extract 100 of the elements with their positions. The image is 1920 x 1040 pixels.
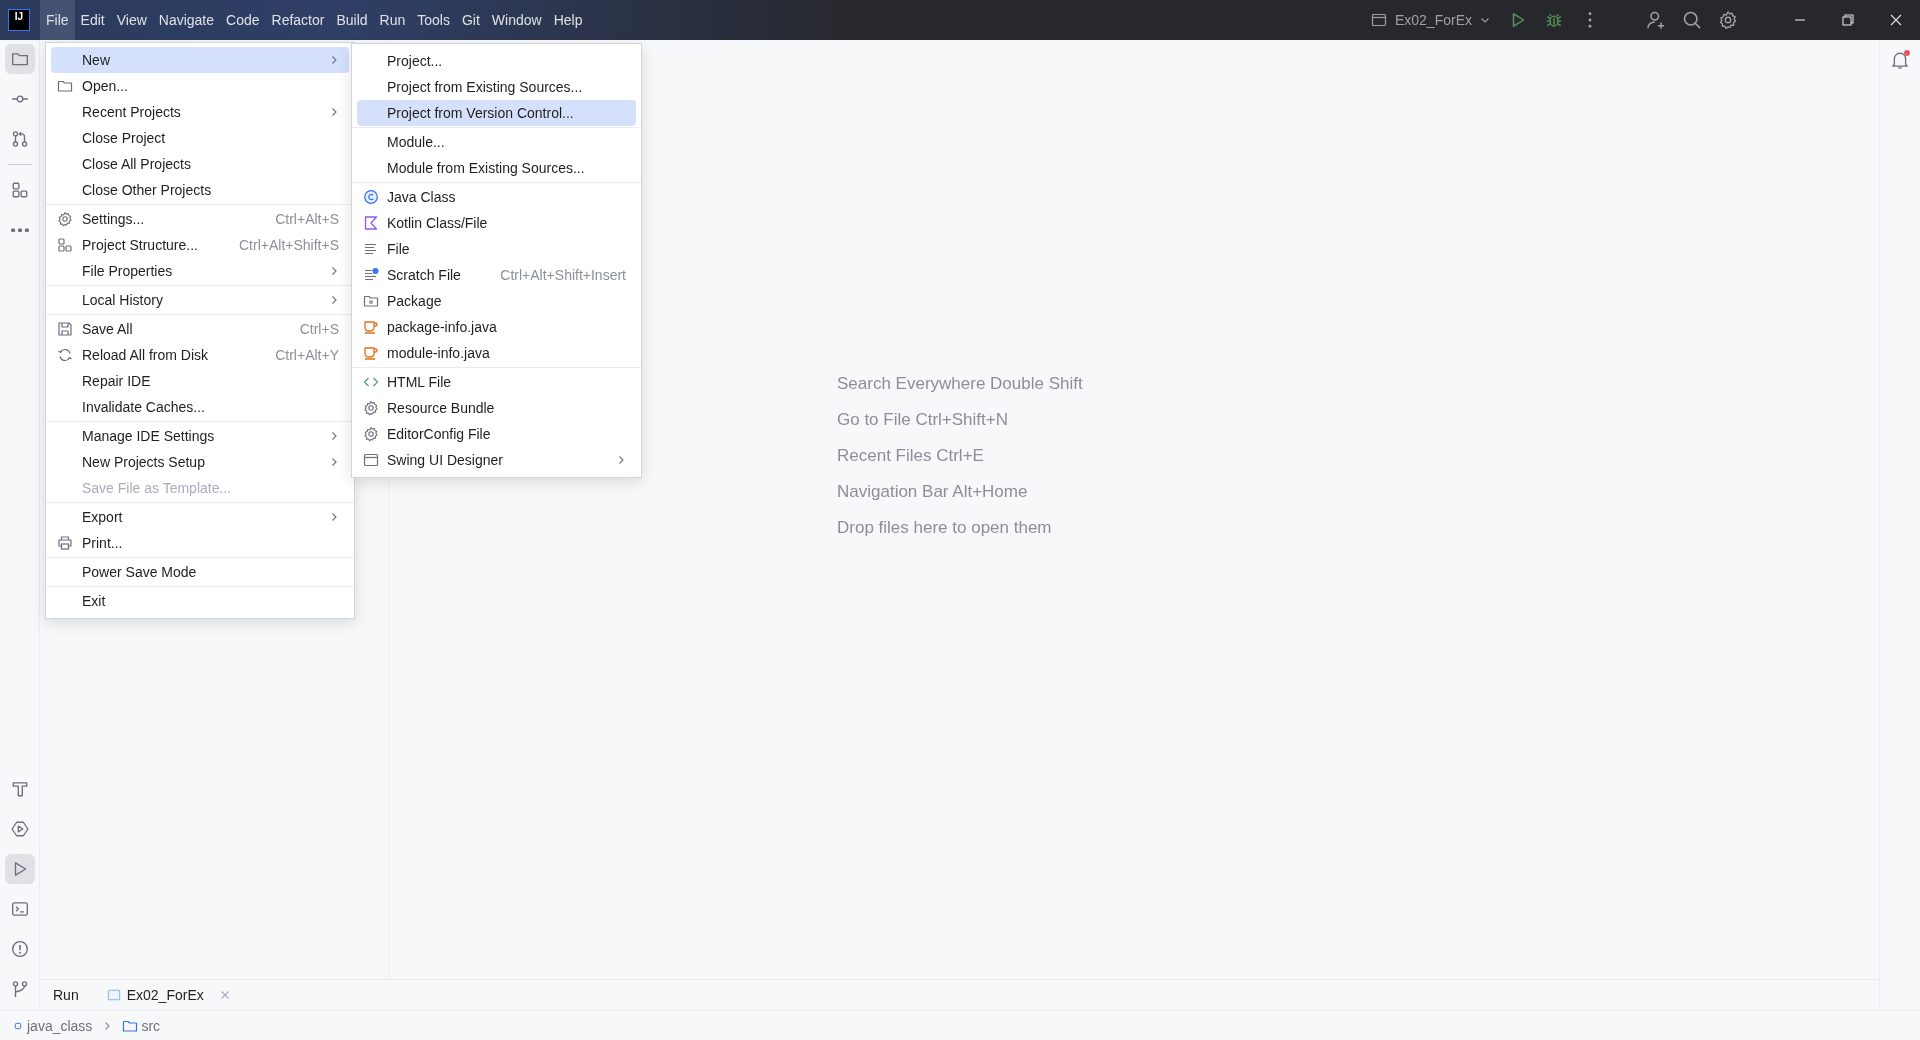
warning-icon <box>10 940 29 958</box>
menu-item[interactable]: Package <box>357 288 636 314</box>
menu-bar-item[interactable]: View <box>110 0 153 40</box>
minimize-icon[interactable] <box>1794 19 1806 21</box>
class-icon <box>363 189 379 205</box>
services-icon <box>10 820 29 838</box>
folder-icon <box>57 78 73 94</box>
git-branch-icon <box>10 980 29 998</box>
gear-icon <box>57 211 73 227</box>
menu-item[interactable]: Module... <box>357 129 636 155</box>
structure-icon <box>57 237 73 253</box>
menu-item[interactable]: Java Class <box>357 184 636 210</box>
menu-item[interactable]: Close Project <box>51 125 349 151</box>
window-icon <box>363 452 379 468</box>
editor-hint: Search Everywhere Double Shift <box>837 374 1084 393</box>
more-icon <box>10 227 29 233</box>
menu-item[interactable]: HTML File <box>357 369 636 395</box>
menu-item[interactable]: Local History <box>51 287 349 313</box>
menu-item[interactable]: Manage IDE Settings <box>51 423 349 449</box>
menu-item[interactable]: Swing UI Designer <box>357 447 636 473</box>
gear-icon <box>363 400 379 416</box>
tool-window-button[interactable] <box>4 854 35 884</box>
menu-item[interactable]: Open... <box>51 73 349 99</box>
editor-hint: Navigation Bar Alt+Home <box>837 482 1029 501</box>
menu-item[interactable]: Save All Ctrl+S <box>51 316 349 342</box>
menu-bar-item[interactable]: Git <box>455 0 486 40</box>
menu-item[interactable]: Project Structure... Ctrl+Alt+Shift+S <box>51 232 349 258</box>
reload-icon <box>57 347 73 363</box>
package-folder-icon <box>363 293 379 309</box>
window-icon <box>1370 12 1387 28</box>
menu-item[interactable]: Recent Projects <box>51 99 349 125</box>
menu-item[interactable]: Settings... Ctrl+Alt+S <box>51 206 349 232</box>
menu-item[interactable]: package-info.java <box>357 314 636 340</box>
tool-window-button[interactable] <box>4 44 35 74</box>
terminal-icon <box>10 900 29 918</box>
folder-icon <box>10 50 29 68</box>
menu-item[interactable]: Project from Version Control... <box>357 100 636 126</box>
menu-bar-item[interactable]: Window <box>485 0 548 40</box>
menu-item[interactable]: Scratch File Ctrl+Alt+Shift+Insert <box>357 262 636 288</box>
menu-item[interactable]: Close All Projects <box>51 151 349 177</box>
gear-icon <box>363 426 379 442</box>
menu-item[interactable]: module-info.java <box>357 340 636 366</box>
tool-window-title: Run <box>53 987 79 1003</box>
menu-bar-item[interactable]: Build <box>330 0 374 40</box>
menu-item[interactable]: File Properties <box>51 258 349 284</box>
menu-bar-item[interactable]: Run <box>373 0 412 40</box>
hammer-icon <box>10 780 29 798</box>
shortcut-label: Ctrl+Alt+Shift+Insert <box>499 267 626 283</box>
notifications-button[interactable] <box>1890 50 1910 70</box>
window-icon <box>106 988 121 1002</box>
chevron-down-icon <box>1480 15 1490 25</box>
breadcrumb-item[interactable]: java_class <box>12 1017 93 1034</box>
menu-item[interactable]: Exit <box>51 588 349 614</box>
menu-item[interactable]: Project... <box>357 48 636 74</box>
menu-item[interactable]: Repair IDE <box>51 368 349 394</box>
restore-icon[interactable] <box>1842 14 1854 26</box>
menu-item[interactable]: Module from Existing Sources... <box>357 155 636 181</box>
menu-item[interactable]: Invalidate Caches... <box>51 394 349 420</box>
editor-hint: Drop files here to open them <box>837 518 1053 537</box>
menu-bar-item[interactable]: Code <box>220 0 266 40</box>
editor-hint: Go to File Ctrl+Shift+N <box>837 410 1009 429</box>
menu-item[interactable]: New <box>51 47 349 73</box>
run-configuration-selector[interactable]: Ex02_ForEx <box>1360 6 1500 34</box>
menu-item[interactable]: Reload All from Disk Ctrl+Alt+Y <box>51 342 349 368</box>
menu-item[interactable]: New Projects Setup <box>51 449 349 475</box>
menu-item[interactable]: Export <box>51 504 349 530</box>
shortcut-label: Ctrl+Alt+S <box>274 211 339 227</box>
menu-item[interactable]: File <box>357 236 636 262</box>
menu-bar-item[interactable]: File <box>40 0 75 40</box>
menu-bar-item[interactable]: Edit <box>74 0 111 40</box>
menu-item[interactable]: EditorConfig File <box>357 421 636 447</box>
kotlin-icon <box>363 215 379 231</box>
menu-item[interactable]: Kotlin Class/File <box>357 210 636 236</box>
run-tab[interactable]: Ex02_ForEx <box>126 987 204 1003</box>
search-icon[interactable] <box>1682 10 1702 30</box>
menu-item[interactable]: Print... <box>51 530 349 556</box>
shortcut-label: Ctrl+Alt+Y <box>274 347 339 363</box>
printer-icon <box>57 535 73 551</box>
menu-item[interactable]: Resource Bundle <box>357 395 636 421</box>
more-options-icon[interactable] <box>1588 12 1592 28</box>
gear-icon <box>1718 10 1738 30</box>
menu-item[interactable]: Close Other Projects <box>51 177 349 203</box>
menu-bar-item[interactable]: Tools <box>411 0 456 40</box>
cup-icon <box>363 345 379 361</box>
breadcrumb-item[interactable]: src <box>122 1017 161 1034</box>
menu-item[interactable]: Power Save Mode <box>51 559 349 585</box>
bug-icon[interactable] <box>1545 11 1563 29</box>
text-lines-icon <box>363 267 379 283</box>
text-lines-icon <box>363 241 379 257</box>
shortcut-label: Ctrl+Alt+Shift+S <box>238 237 339 253</box>
menu-item[interactable]: Project from Existing Sources... <box>357 74 636 100</box>
cup-icon <box>363 319 379 335</box>
app-logo[interactable]: IJ <box>8 9 30 31</box>
pull-request-icon <box>10 130 29 148</box>
menu-bar-item[interactable]: Refactor <box>265 0 331 40</box>
menu-bar-item[interactable]: Navigate <box>152 0 221 40</box>
editor-hint: Recent Files Ctrl+E <box>837 446 985 465</box>
menu-bar-item[interactable]: Help <box>547 0 589 40</box>
structure-icon <box>10 181 29 199</box>
add-user-icon[interactable] <box>1646 10 1666 30</box>
